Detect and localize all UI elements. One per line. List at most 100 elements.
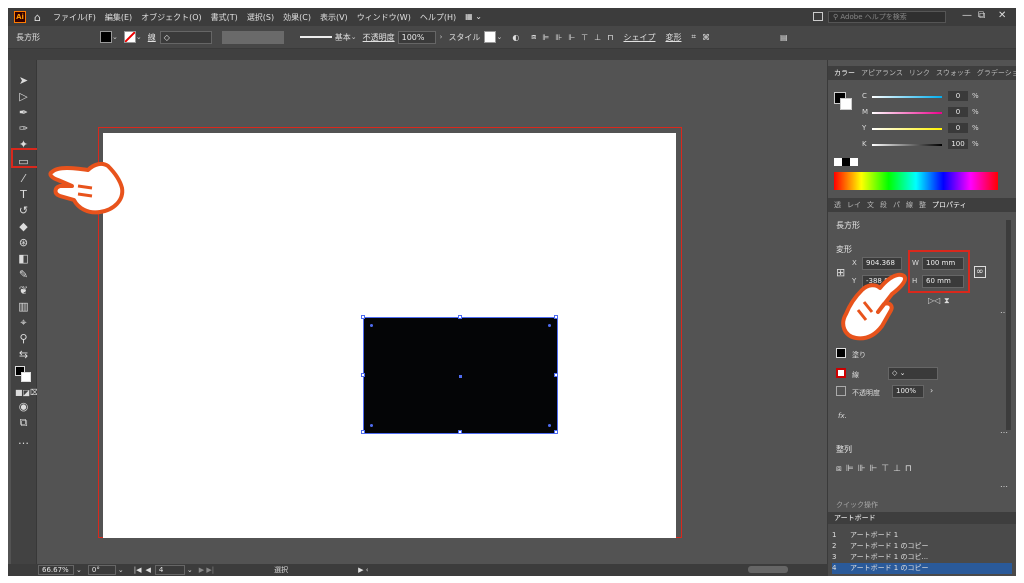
selection-handle[interactable] xyxy=(361,373,365,377)
chevron-right-icon[interactable]: › xyxy=(440,33,443,41)
menu-type[interactable]: 書式(T) xyxy=(211,12,238,23)
artboard-row[interactable]: 3 アートボード 1 のコピ... xyxy=(832,552,1012,563)
chevron-down-icon[interactable]: ⌄ xyxy=(351,33,357,41)
color-mode-icon[interactable]: ■◪⌧ xyxy=(15,386,39,400)
isolate-icon[interactable]: ⌗ xyxy=(691,32,696,42)
opacity-input[interactable]: 100% xyxy=(397,30,436,44)
artboard-row-selected[interactable]: 4 アートボード 1 のコピー xyxy=(832,563,1012,574)
gradient-tool-icon[interactable]: ◧ xyxy=(15,252,32,266)
screen-mode-icon[interactable]: ⧉ xyxy=(15,416,32,430)
variable-width-input[interactable] xyxy=(221,30,284,44)
selection-handle[interactable] xyxy=(554,430,558,434)
m-value[interactable]: 0 xyxy=(948,107,968,117)
m-slider[interactable] xyxy=(872,112,942,114)
menu-view[interactable]: 表示(V) xyxy=(320,12,348,23)
tab-paragraph[interactable]: 段 xyxy=(880,200,887,210)
home-icon[interactable]: ⌂ xyxy=(34,12,41,23)
k-value[interactable]: 100 xyxy=(948,139,968,149)
arrange-documents-icon[interactable] xyxy=(813,12,823,21)
brush-style-label[interactable]: 基本 xyxy=(335,32,351,43)
selection-handle[interactable] xyxy=(361,315,365,319)
flip-horizontal-icon[interactable]: ▷◁ xyxy=(928,296,940,305)
stroke-color-icon[interactable] xyxy=(21,372,31,382)
align-top-icon[interactable]: ⊤ xyxy=(581,33,588,42)
flip-vertical-icon[interactable]: ⧗ xyxy=(944,296,950,306)
artboard-row[interactable]: 1 アートボード 1 xyxy=(832,530,1012,541)
symbol-sprayer-tool-icon[interactable]: ❦ xyxy=(15,284,32,298)
stroke-swatch[interactable] xyxy=(123,31,136,43)
align-bottom-icon[interactable]: ⊓ xyxy=(607,33,613,42)
puppet-warp-icon[interactable]: ⌘ xyxy=(702,33,710,42)
workspace-switcher-icon[interactable]: ▦ ⌄ xyxy=(465,12,482,23)
previous-artboard-icon[interactable]: ◀ xyxy=(146,566,151,574)
none-black-white-swatches[interactable] xyxy=(834,158,858,166)
transform-link[interactable]: 変形 xyxy=(665,32,681,43)
align-more-icon[interactable]: … xyxy=(1000,480,1008,489)
draw-mode-icon[interactable]: ◉ xyxy=(15,400,32,414)
rotation-select[interactable]: 0° xyxy=(87,565,116,575)
style-swatch[interactable] xyxy=(484,31,497,43)
y-value[interactable]: 0 xyxy=(948,123,968,133)
chevron-down-icon[interactable]: ⌄ xyxy=(187,566,193,574)
tab-artboards[interactable]: アートボード xyxy=(834,513,876,523)
next-artboard-icon[interactable]: ▶ ▶| xyxy=(199,566,214,574)
align-to-icon[interactable]: ⧈ xyxy=(531,32,536,42)
stroke-proxy[interactable] xyxy=(840,98,852,110)
chevron-down-icon[interactable]: ⌄ xyxy=(112,33,118,41)
y-slider[interactable] xyxy=(872,128,942,130)
current-tool-label[interactable]: 選択 xyxy=(274,565,288,575)
live-corner-widget[interactable] xyxy=(370,324,373,327)
type-tool-icon[interactable]: T xyxy=(15,188,32,202)
menu-window[interactable]: ウィンドウ(W) xyxy=(357,12,411,23)
selection-handle[interactable] xyxy=(554,315,558,319)
c-value[interactable]: 0 xyxy=(948,91,968,101)
tab-transparency[interactable]: 透 xyxy=(834,200,841,210)
artboard-row[interactable]: 2 アートボード 1 のコピー xyxy=(832,541,1012,552)
tab-pathfinder[interactable]: パ xyxy=(893,200,900,210)
canvas[interactable] xyxy=(37,60,827,564)
align-right-icon[interactable]: ⊩ xyxy=(568,33,575,42)
eyedropper-tool-icon[interactable]: ✎ xyxy=(15,268,32,282)
selection-handle[interactable] xyxy=(361,430,365,434)
edit-toolbar-icon[interactable]: … xyxy=(15,434,32,448)
tab-character[interactable]: 文 xyxy=(867,200,874,210)
selection-handle[interactable] xyxy=(458,315,462,319)
chevron-right-icon[interactable]: › xyxy=(930,386,933,395)
live-corner-widget[interactable] xyxy=(370,424,373,427)
menu-select[interactable]: 選択(S) xyxy=(247,12,274,23)
rotate-tool-icon[interactable]: ↺ xyxy=(15,204,32,218)
align-middle-icon[interactable]: ⊥ xyxy=(594,33,601,42)
artboard[interactable] xyxy=(103,133,676,538)
chevron-down-icon[interactable]: ⌄ xyxy=(76,566,82,574)
curvature-tool-icon[interactable]: ✑ xyxy=(15,122,32,136)
shape-builder-tool-icon[interactable]: ⊛ xyxy=(15,236,32,250)
k-slider[interactable] xyxy=(872,144,942,146)
fill-swatch[interactable] xyxy=(100,31,112,43)
tab-layers[interactable]: レイ xyxy=(847,200,861,210)
chevron-down-icon[interactable]: ⌄ xyxy=(118,566,124,574)
selection-tool-icon[interactable]: ➤ xyxy=(15,74,32,88)
tab-color[interactable]: カラー xyxy=(834,68,855,78)
stroke-weight-input[interactable]: ◇ xyxy=(159,30,212,44)
eraser-tool-icon[interactable]: ◆ xyxy=(15,220,32,234)
appearance-stroke-swatch[interactable] xyxy=(836,368,846,378)
brush-stroke-line[interactable] xyxy=(299,36,332,38)
align-center-icon[interactable]: ⊪ xyxy=(555,33,562,42)
direct-selection-tool-icon[interactable]: ▷ xyxy=(15,90,32,104)
tab-align[interactable]: 整 xyxy=(919,200,926,210)
appearance-fill-swatch[interactable] xyxy=(836,348,846,358)
tab-swatches[interactable]: スウォッチ xyxy=(936,68,971,78)
align-left-icon[interactable]: ⊫ xyxy=(542,33,549,42)
tab-stroke[interactable]: 線 xyxy=(906,200,913,210)
maximize-button[interactable]: ⧉ xyxy=(978,10,985,21)
brush-tool-icon[interactable]: ⁄ xyxy=(15,172,32,186)
first-artboard-icon[interactable]: |◀ xyxy=(134,566,142,574)
help-search-input[interactable]: ⚲ Adobe ヘルプを検索 xyxy=(828,11,946,23)
artboard-number-input[interactable]: 4 xyxy=(154,565,185,575)
appearance-stroke-weight[interactable]: ◇ ⌄ xyxy=(888,367,938,380)
zoom-tool-icon[interactable]: ⚲ xyxy=(15,332,32,346)
selection-handle[interactable] xyxy=(458,430,462,434)
live-corner-widget[interactable] xyxy=(548,424,551,427)
menu-object[interactable]: オブジェクト(O) xyxy=(141,12,202,23)
chevron-down-icon[interactable]: ⌄ xyxy=(496,33,502,41)
